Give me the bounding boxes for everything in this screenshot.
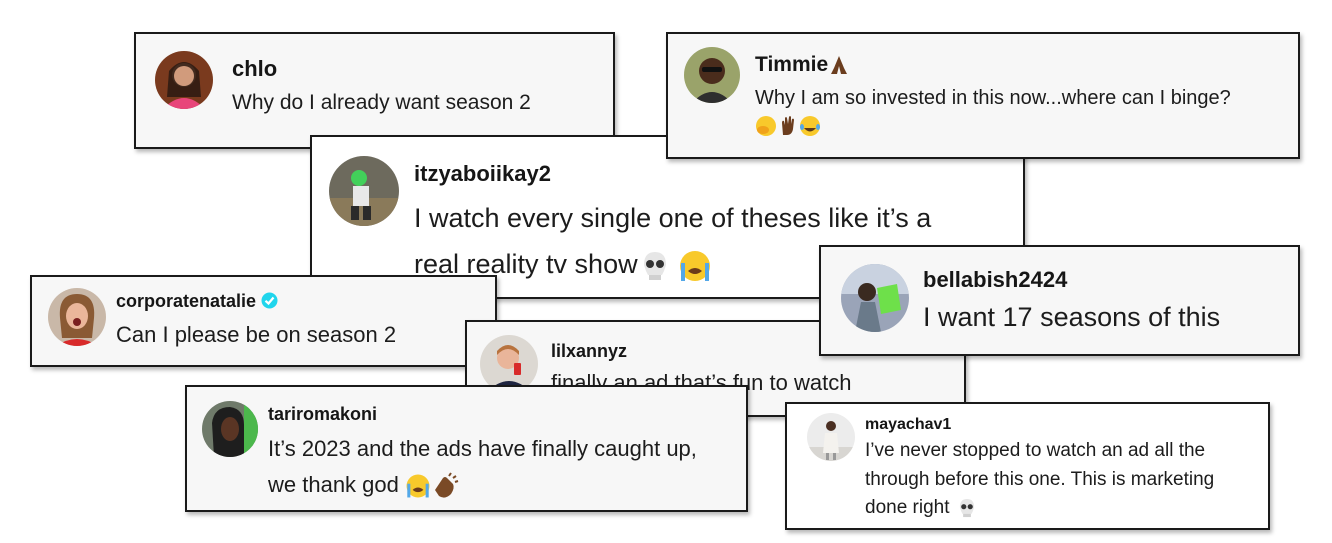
verified-badge-icon <box>261 292 278 314</box>
comment-text-line-2: we thank god <box>268 467 697 503</box>
comment-text: Why do I already want season 2 <box>232 91 531 115</box>
username[interactable]: tariromakoni <box>268 404 377 425</box>
comment-card-bellabish2424: bellabish2424 I want 17 seasons of this <box>819 245 1300 356</box>
comment-text-line: we thank god <box>268 472 399 497</box>
comment-card-tariromakoni: tariromakoni It’s 2023 and the ads have … <box>185 385 748 512</box>
comment-text-line: done right <box>865 497 950 518</box>
avatar[interactable] <box>684 47 740 103</box>
avatar[interactable] <box>807 413 855 461</box>
comment-text-line: Why do I already want season 2 <box>232 91 531 114</box>
comment-card-timmie: Timmie Why I am so invested in this now.… <box>666 32 1300 159</box>
comment-text-line: Why I am so invested in this now...where… <box>755 87 1231 109</box>
tears-of-joy-icon <box>799 115 821 137</box>
skull-icon <box>956 497 978 519</box>
username[interactable]: bellabish2424 <box>923 267 1067 293</box>
comment-text-line: I watch every single one of theses like … <box>414 203 932 233</box>
username[interactable]: chlo <box>232 56 277 82</box>
hand-over-mouth-icon <box>755 115 777 137</box>
avatar[interactable] <box>48 288 106 346</box>
folded-hands-icon <box>828 54 850 76</box>
comment-text-line: I’ve never stopped to watch an ad all th… <box>865 440 1206 461</box>
raised-hand-icon <box>777 115 799 137</box>
comment-text: Can I please be on season 2 <box>116 322 396 348</box>
avatar[interactable] <box>155 51 213 109</box>
clapping-hands-icon <box>431 472 459 500</box>
comment-text: I want 17 seasons of this <box>923 302 1220 333</box>
comment-text: I’ve never stopped to watch an ad all th… <box>865 437 1214 523</box>
skull-icon <box>638 249 672 283</box>
comment-text-line-3: done right <box>865 494 1214 523</box>
username[interactable]: itzyaboiikay2 <box>414 161 551 187</box>
comment-text-line: through before this one. This is marketi… <box>865 468 1215 490</box>
comment-card-mayachav1: mayachav1 I’ve never stopped to watch an… <box>785 402 1270 530</box>
username-text: corporatenatalie <box>116 291 257 311</box>
username[interactable]: corporatenatalie <box>116 291 278 314</box>
username[interactable]: mayachav1 <box>865 416 951 434</box>
loudly-crying-icon <box>405 473 431 499</box>
comment-card-corporatenatalie: corporatenatalie Can I please be on seas… <box>30 275 497 367</box>
comment-text-line: Can I please be on season 2 <box>116 322 397 347</box>
avatar[interactable] <box>329 156 399 226</box>
comment-text-line: I want 17 seasons of this <box>923 302 1221 332</box>
username-text: Timmie <box>755 53 829 76</box>
comment-text: Why I am so invested in this now...where… <box>755 87 1231 110</box>
comment-text: It’s 2023 and the ads have finally caugh… <box>268 431 697 503</box>
comment-text-line: It’s 2023 and the ads have finally caugh… <box>268 436 697 461</box>
username[interactable]: lilxannyz <box>551 341 627 362</box>
comment-card-chlo: chlo Why do I already want season 2 <box>134 32 615 149</box>
username[interactable]: Timmie <box>755 53 850 77</box>
avatar[interactable] <box>841 264 909 332</box>
loudly-crying-icon <box>678 249 712 283</box>
avatar[interactable] <box>202 401 258 457</box>
emoji-row <box>755 115 821 137</box>
